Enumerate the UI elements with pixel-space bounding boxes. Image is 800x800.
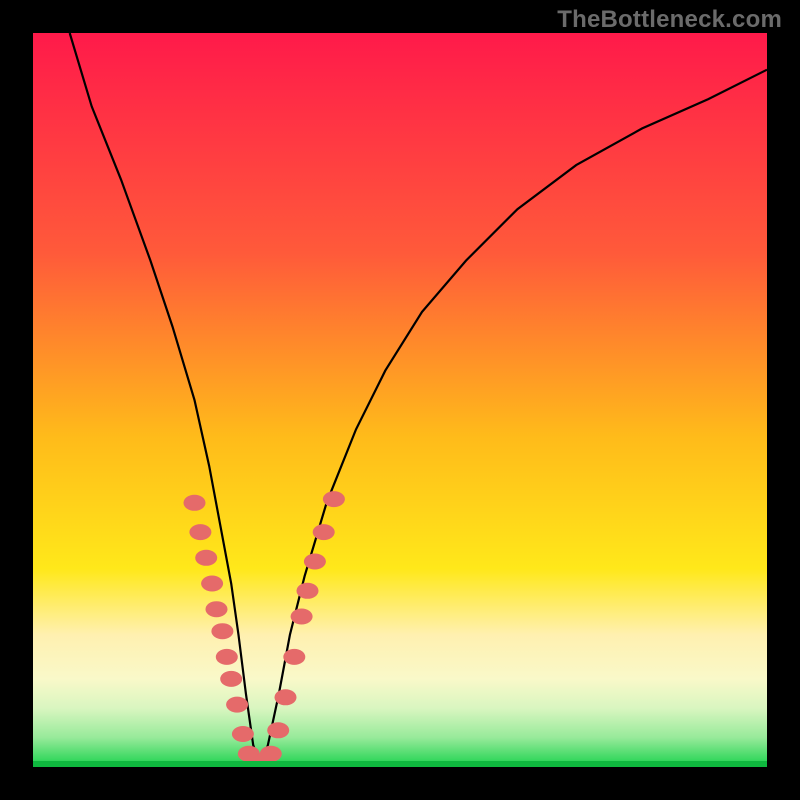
sample-point	[232, 726, 254, 742]
sample-point	[283, 649, 305, 665]
sample-point	[195, 550, 217, 566]
sample-point	[323, 491, 345, 507]
sample-point	[260, 746, 282, 762]
sample-point	[304, 554, 326, 570]
sample-point	[184, 495, 206, 511]
sample-point	[216, 649, 238, 665]
bottleneck-chart-svg	[33, 33, 767, 767]
plot-bottom-strip	[33, 761, 767, 767]
sample-point	[313, 524, 335, 540]
watermark-label: TheBottleneck.com	[557, 6, 782, 34]
sample-point	[189, 524, 211, 540]
sample-point	[267, 722, 289, 738]
sample-point	[226, 697, 248, 713]
plot-area	[33, 33, 767, 767]
sample-point	[201, 576, 223, 592]
sample-point	[206, 601, 228, 617]
sample-point	[220, 671, 242, 687]
sample-point	[275, 689, 297, 705]
sample-point	[297, 583, 319, 599]
bottleneck-curve	[70, 33, 767, 767]
sample-point	[291, 609, 313, 625]
chart-frame: TheBottleneck.com	[0, 0, 800, 800]
sample-points-group	[184, 491, 345, 767]
sample-point	[211, 623, 233, 639]
